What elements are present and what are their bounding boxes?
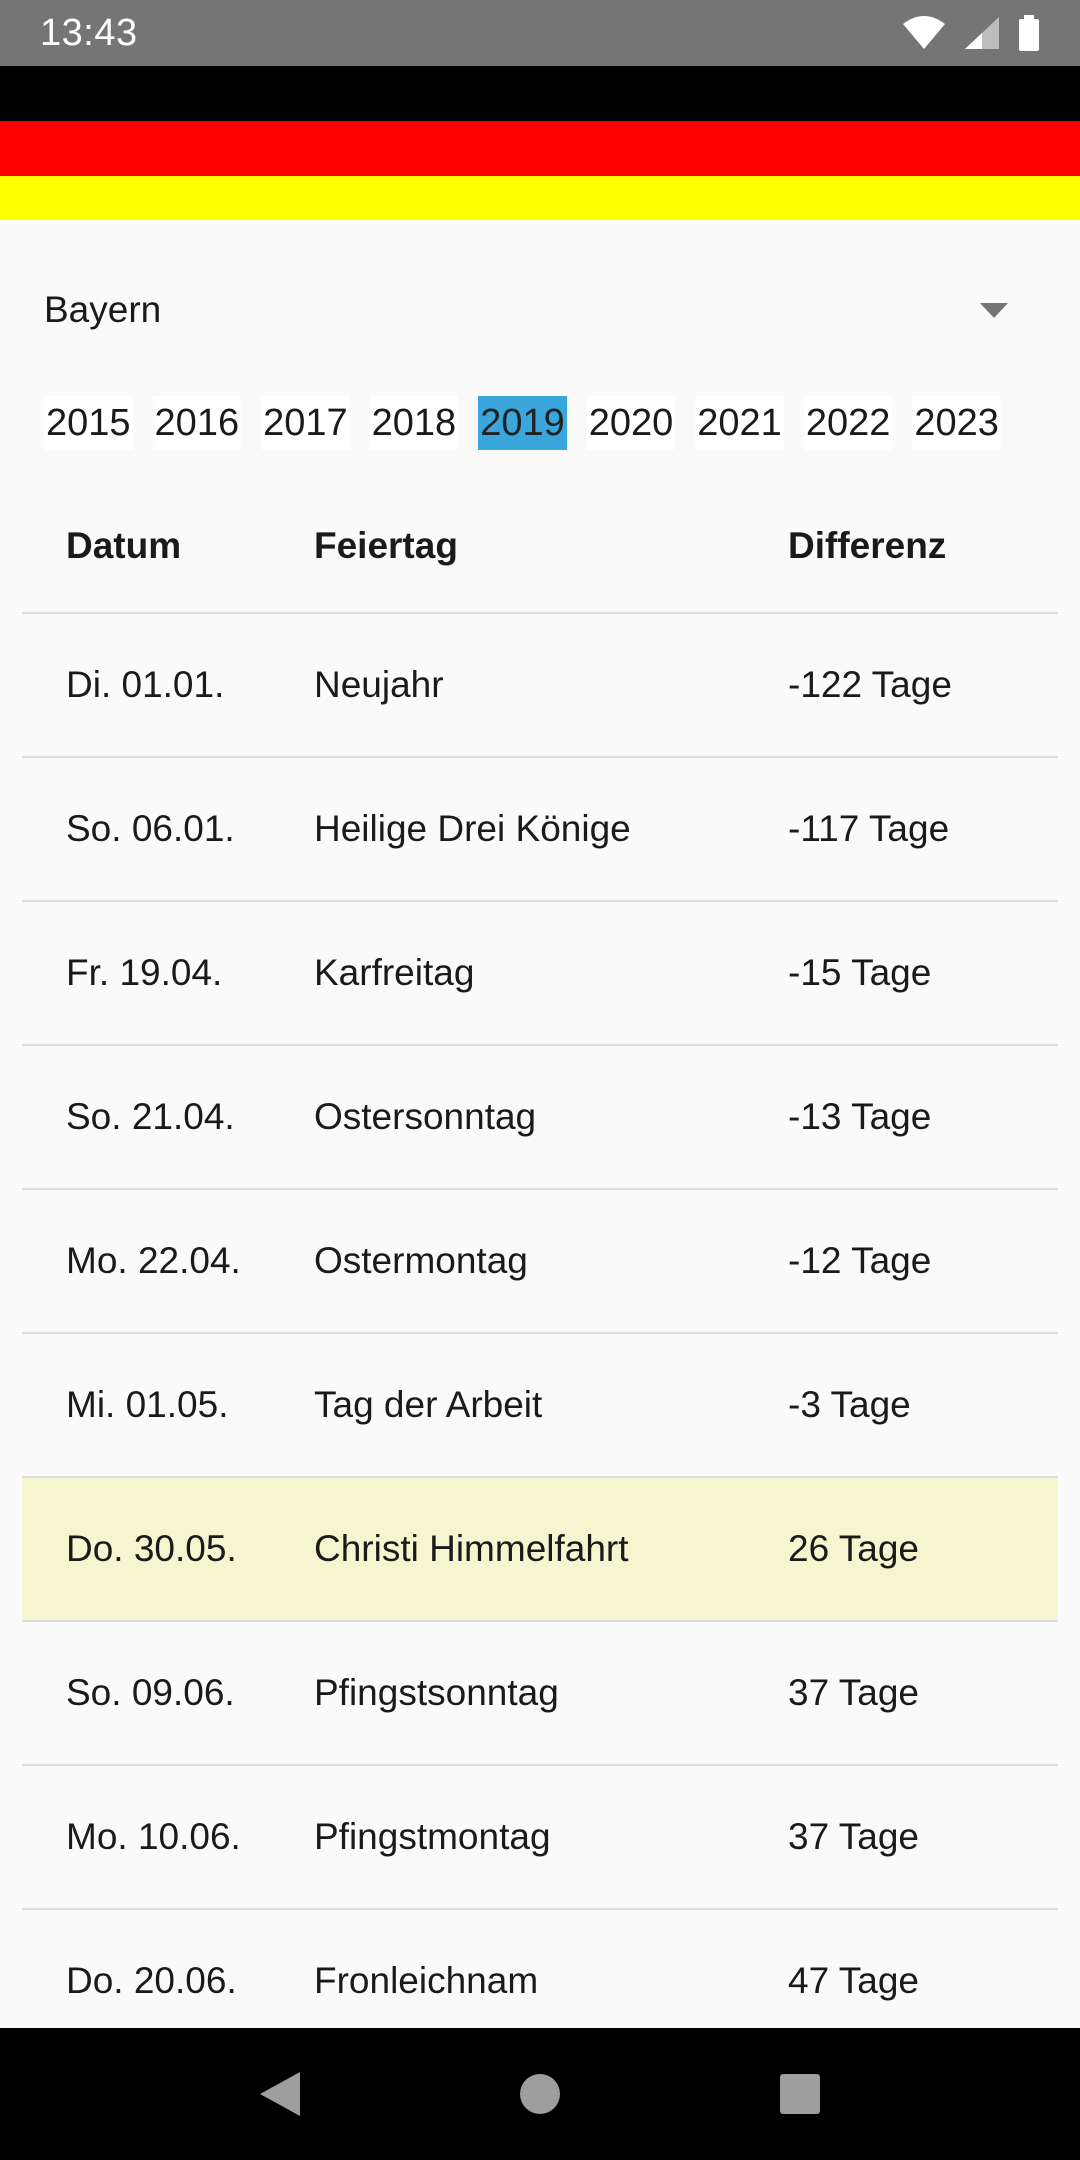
header-date: Datum <box>66 525 182 566</box>
row-date: So. 21.04. <box>66 1096 235 1137</box>
row-difference: 37 Tage <box>788 1816 919 1857</box>
row-date: So. 06.01. <box>66 808 235 849</box>
row-holiday: Karfreitag <box>314 952 475 993</box>
row-holiday: Heilige Drei Könige <box>314 808 631 849</box>
year-2019[interactable]: 2019 <box>478 396 567 450</box>
back-button[interactable] <box>240 2054 320 2134</box>
row-difference: -12 Tage <box>788 1240 932 1281</box>
header-difference: Differenz <box>788 525 947 566</box>
row-holiday: Neujahr <box>314 664 444 705</box>
row-difference: -117 Tage <box>788 808 950 849</box>
flag-stripe-black <box>0 66 1080 121</box>
row-date: Mo. 10.06. <box>66 1816 241 1857</box>
recents-icon <box>780 2074 820 2114</box>
region-dropdown[interactable]: Bayern <box>44 270 1024 350</box>
row-holiday: Pfingstmontag <box>314 1816 551 1857</box>
back-icon <box>260 2072 300 2116</box>
table-row[interactable]: Mi. 01.05. Tag der Arbeit -3 Tage <box>22 1334 1058 1478</box>
flag-banner <box>0 66 1080 220</box>
year-2016[interactable]: 2016 <box>152 396 242 450</box>
year-2023[interactable]: 2023 <box>912 396 1001 450</box>
holiday-table: Datum Feiertag Differenz Di. 01.01. Neuja… <box>22 480 1058 2054</box>
row-holiday: Tag der Arbeit <box>314 1384 543 1425</box>
row-difference: -3 Tage <box>788 1384 911 1425</box>
flag-stripe-gold <box>0 176 1080 220</box>
row-date: Di. 01.01. <box>66 664 225 705</box>
row-date: Do. 30.05. <box>66 1528 237 1569</box>
row-holiday: Ostersonntag <box>314 1096 537 1137</box>
row-difference: 26 Tage <box>788 1528 919 1569</box>
status-icons <box>902 15 1040 51</box>
table-header: Datum Feiertag Differenz <box>22 480 1058 614</box>
table-row[interactable]: Mo. 22.04. Ostermontag -12 Tage <box>22 1190 1058 1334</box>
row-difference: -13 Tage <box>788 1096 932 1137</box>
year-2022[interactable]: 2022 <box>803 396 893 450</box>
row-holiday: Ostermontag <box>314 1240 528 1281</box>
row-date: Mi. 01.05. <box>66 1384 229 1425</box>
region-dropdown-value: Bayern <box>44 289 162 330</box>
table-row[interactable]: So. 21.04. Ostersonntag -13 Tage <box>22 1046 1058 1190</box>
table-row[interactable]: So. 09.06. Pfingstsonntag 37 Tage <box>22 1622 1058 1766</box>
year-selector: 2015 2016 2017 2018 2019 2020 2021 2022 2023 <box>44 396 1021 450</box>
row-difference: -15 Tage <box>788 952 932 993</box>
home-button[interactable] <box>500 2054 580 2134</box>
table-row[interactable]: So. 06.01. Heilige Drei Könige -117 Tage <box>22 758 1058 902</box>
status-bar: 13:43 <box>0 0 1080 66</box>
row-holiday: Pfingstsonntag <box>314 1672 559 1713</box>
dropdown-arrow-icon <box>980 302 1008 318</box>
header-holiday: Feiertag <box>314 525 458 566</box>
year-2018[interactable]: 2018 <box>369 396 459 450</box>
battery-icon <box>1019 15 1039 51</box>
navigation-bar <box>0 2028 1080 2160</box>
status-time: 13:43 <box>40 11 138 54</box>
wifi-icon <box>903 16 945 49</box>
row-date: So. 09.06. <box>66 1672 235 1713</box>
row-difference: 37 Tage <box>788 1672 919 1713</box>
row-holiday: Christi Himmelfahrt <box>314 1528 629 1569</box>
table-row[interactable]: Do. 30.05. Christi Himmelfahrt 26 Tage <box>22 1478 1058 1622</box>
year-2021[interactable]: 2021 <box>695 396 784 450</box>
home-icon <box>520 2074 560 2114</box>
row-difference: -122 Tage <box>788 664 952 705</box>
row-date: Mo. 22.04. <box>66 1240 241 1281</box>
signal-icon <box>965 17 999 49</box>
recents-button[interactable] <box>760 2054 840 2134</box>
table-body: Di. 01.01. Neujahr -122 Tage So. 06.01. Heil… <box>22 614 1058 2054</box>
table-row[interactable]: Fr. 19.04. Karfreitag -15 Tage <box>22 902 1058 1046</box>
year-2020[interactable]: 2020 <box>586 396 676 450</box>
row-date: Fr. 19.04. <box>66 952 223 993</box>
year-2015[interactable]: 2015 <box>44 396 133 450</box>
flag-stripe-red <box>0 121 1080 176</box>
table-row[interactable]: Di. 01.01. Neujahr -122 Tage <box>22 614 1058 758</box>
year-2017[interactable]: 2017 <box>261 396 350 450</box>
table-row[interactable]: Mo. 10.06. Pfingstmontag 37 Tage <box>22 1766 1058 1910</box>
